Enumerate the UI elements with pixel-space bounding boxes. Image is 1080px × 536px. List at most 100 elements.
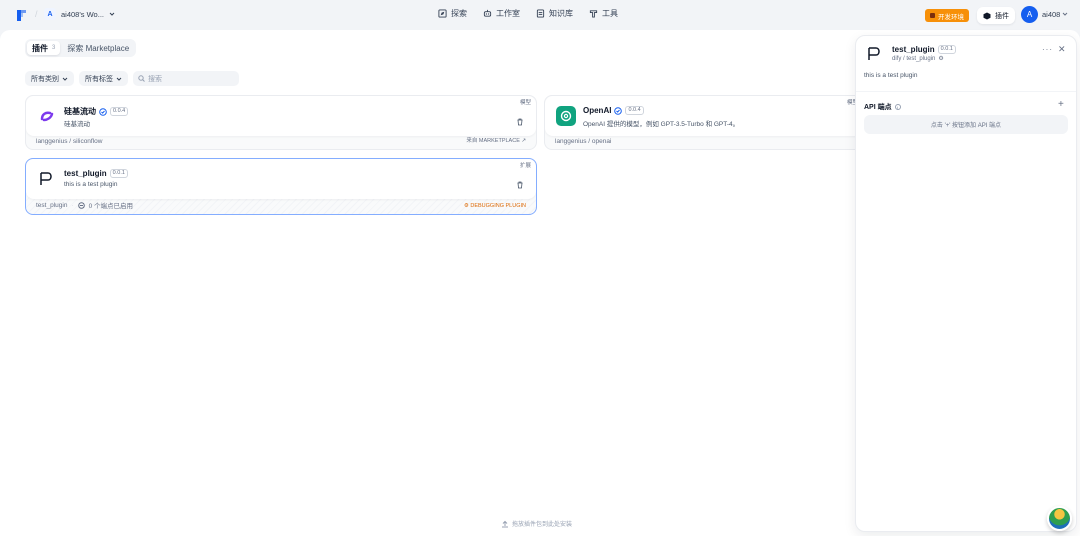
info-icon[interactable]: i (894, 104, 901, 110)
plugin-name: 硅基流动 (64, 107, 96, 116)
chevron-down-icon (1063, 12, 1068, 16)
compass-icon (438, 9, 447, 18)
tag-filter-label: 所有标签 (85, 75, 113, 83)
floating-assistant-avatar[interactable] (1047, 506, 1072, 531)
debug-plugin-text: DEBUGGING PLUGIN (470, 203, 526, 209)
siliconflow-logo-icon (37, 106, 57, 126)
bug-icon: ⚙ (938, 56, 944, 62)
plugin-org: langgenius / openai (555, 138, 612, 145)
plugin-version: 0.0.4 (625, 106, 644, 115)
drop-zone-hint: 拖放插件包到此处安装 (501, 519, 572, 528)
endpoint-icon (77, 201, 85, 209)
book-icon (536, 9, 545, 18)
hammer-icon (589, 10, 598, 18)
search-input[interactable]: 搜索 (133, 71, 239, 86)
chevron-down-icon (116, 77, 122, 81)
api-endpoints-title: API 端点 (864, 104, 892, 111)
plugin-name: OpenAI (583, 106, 612, 115)
tab-plugins[interactable]: 插件 3 (27, 41, 61, 55)
endpoints-empty-state: 点击 '+' 按钮添加 API 端点 (864, 115, 1068, 134)
nav-studio-label: 工作室 (496, 9, 520, 18)
dify-logo-icon[interactable] (16, 9, 28, 21)
close-icon[interactable]: ✕ (1058, 44, 1066, 55)
openai-logo-icon (556, 106, 576, 126)
plugin-description: OpenAI 提供的模型，例如 GPT-3.5-Turbo 和 GPT-4。 (583, 121, 740, 128)
plugin-card-body: 扩展 test_plugin 0.0.1 this is a test plug… (26, 159, 536, 199)
top-navbar: / A ai408's Wo... 探索 工作室 知识库 工具 开发环境 插件 … (0, 0, 1080, 30)
robot-icon (483, 9, 492, 17)
plugin-version: 0.0.1 (109, 169, 128, 178)
plugin-detail-drawer: test_plugin 0.0.1 dify / test_plugin ⚙ ·… (855, 35, 1077, 532)
nav-studio[interactable]: 工作室 (483, 8, 520, 19)
tab-plugins-label: 插件 (32, 43, 48, 53)
cube-icon (983, 12, 991, 19)
drawer-plugin-path-row: dify / test_plugin ⚙ (892, 55, 944, 63)
test-plugin-logo-icon (37, 169, 57, 189)
plugin-description: this is a test plugin (64, 181, 118, 188)
nav-explore-label: 探索 (451, 9, 467, 18)
nav-tools-label: 工具 (602, 9, 618, 18)
plugins-button[interactable]: 插件 (977, 7, 1015, 24)
workspace-switcher[interactable]: A ai408's Wo... (44, 8, 115, 20)
environment-badge: 开发环境 (925, 9, 969, 22)
plugin-card-openai[interactable]: 模型 OpenAI 0.0.4 OpenAI 提供的模型，例如 GPT-3.5-… (544, 95, 864, 150)
upload-icon (502, 520, 508, 527)
plugin-version: 0.0.4 (110, 107, 129, 116)
plugin-endpoints-status: 0 个端点已启用 (88, 203, 134, 210)
chevron-down-icon (62, 77, 68, 81)
drawer-plugin-path: dify / test_plugin (892, 55, 936, 62)
plugin-category-tag: 模型 (519, 100, 531, 106)
plugin-name-row: 硅基流动 0.0.4 (64, 106, 129, 117)
search-icon (138, 75, 145, 82)
plugin-card-siliconflow[interactable]: 模型 硅基流动 0.0.4 硅基流动 langgenius / siliconf… (25, 95, 537, 150)
plugin-card-test-plugin[interactable]: 扩展 test_plugin 0.0.1 this is a test plug… (25, 158, 537, 215)
breadcrumb-separator: / (35, 9, 38, 19)
tag-filter[interactable]: 所有标签 (79, 71, 128, 86)
environment-label: 开发环境 (938, 13, 964, 21)
api-endpoints-heading: API 端点 i (864, 102, 901, 112)
trash-icon[interactable] (516, 118, 524, 126)
workspace-avatar: A (44, 8, 56, 20)
add-endpoint-button[interactable]: + (1058, 99, 1064, 110)
test-plugin-logo-icon (868, 47, 880, 60)
drawer-plugin-name-row: test_plugin 0.0.1 (892, 45, 956, 54)
user-avatar[interactable]: A (1021, 6, 1038, 23)
plugin-name: test_plugin (64, 169, 107, 178)
plugin-name-row: test_plugin 0.0.1 (64, 169, 128, 178)
main-nav: 探索 工作室 知识库 工具 (438, 8, 618, 19)
drawer-plugin-name: test_plugin (892, 45, 935, 54)
debug-plugin-label: ⚙ DEBUGGING PLUGIN (464, 203, 526, 209)
drop-zone-text: 拖放插件包到此处安装 (512, 522, 573, 528)
more-options-icon[interactable]: ··· (1042, 45, 1053, 54)
nav-knowledge[interactable]: 知识库 (536, 8, 573, 19)
environment-icon (930, 13, 935, 18)
nav-tools[interactable]: 工具 (589, 8, 618, 19)
plugin-description: 硅基流动 (64, 121, 90, 128)
user-menu[interactable]: ai408 (1042, 10, 1068, 19)
search-placeholder: 搜索 (148, 75, 162, 83)
filter-bar: 所有类别 所有标签 搜索 (25, 71, 239, 86)
divider (856, 91, 1076, 92)
category-filter-label: 所有类别 (31, 75, 59, 83)
tab-marketplace-label: 探索 Marketplace (67, 43, 130, 53)
plugin-source[interactable]: 来自 MARKETPLACE ↗ (466, 136, 526, 144)
plugin-org: test_plugin (36, 201, 68, 209)
trash-icon[interactable] (516, 181, 524, 189)
drawer-plugin-version: 0.0.1 (937, 45, 956, 54)
bug-icon: ⚙ (463, 203, 469, 209)
category-filter[interactable]: 所有类别 (25, 71, 74, 86)
workspace-name: ai408's Wo... (61, 9, 104, 19)
plugin-tabs: 插件 3 探索 Marketplace (25, 39, 137, 57)
plugin-category-tag: 扩展 (519, 163, 531, 169)
plugins-button-label: 插件 (995, 12, 1009, 20)
nav-knowledge-label: 知识库 (549, 9, 573, 18)
user-name: ai408 (1042, 10, 1061, 19)
plugin-org: langgenius / siliconflow (36, 138, 103, 145)
nav-explore[interactable]: 探索 (438, 8, 467, 19)
chevron-down-icon (109, 12, 115, 16)
plugin-name-row: OpenAI 0.0.4 (583, 106, 644, 115)
plugin-footer-left: test_plugin · 0 个端点已启用 (36, 201, 134, 211)
verified-icon (614, 106, 623, 115)
tab-marketplace[interactable]: 探索 Marketplace (62, 41, 134, 55)
plugin-card-body: 模型 硅基流动 0.0.4 硅基流动 (26, 96, 536, 136)
